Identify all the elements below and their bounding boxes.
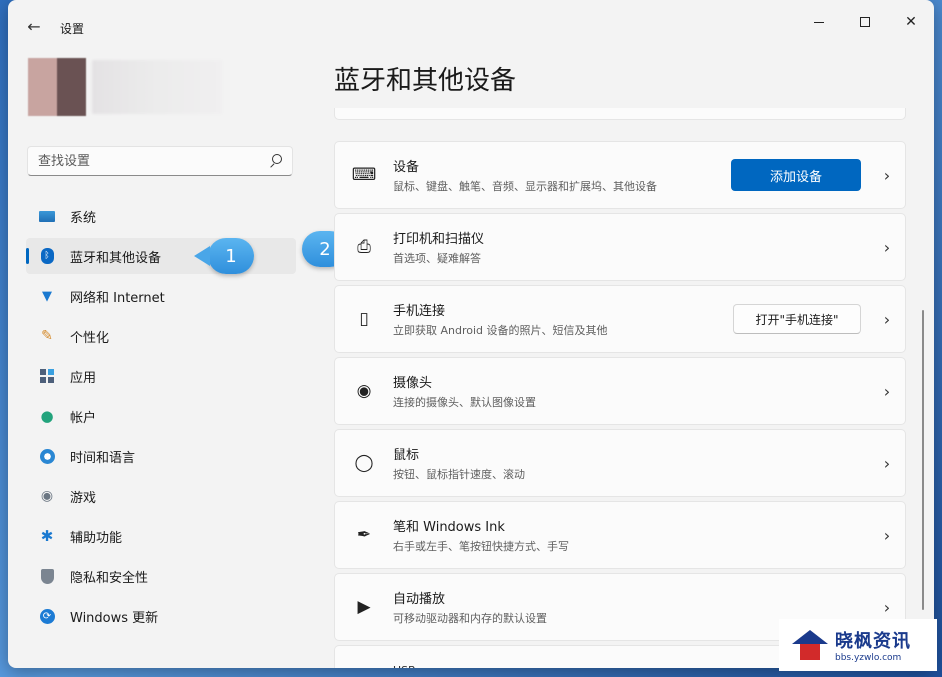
sidebar-item-network[interactable]: ▼ 网络和 Internet — [26, 278, 296, 314]
sidebar-item-time-language[interactable]: 时间和语言 — [26, 438, 296, 474]
card-subtitle: 按钮、鼠标指针速度、滚动 — [393, 468, 525, 481]
search-input[interactable] — [38, 153, 268, 169]
phone-icon: ▯ — [359, 309, 369, 329]
sidebar-item-label: 游戏 — [70, 490, 97, 506]
sidebar-item-system[interactable]: 系统 — [26, 198, 296, 234]
watermark-logo-icon — [791, 628, 829, 662]
card-subtitle: 鼠标、键盘、触笔、音频、显示器和扩展坞、其他设备 — [393, 180, 657, 193]
app-title: 设置 — [60, 22, 85, 36]
sidebar-item-label: Windows 更新 — [70, 610, 159, 626]
page-title: 蓝牙和其他设备 — [334, 66, 517, 96]
card-title: 设备 — [393, 160, 420, 175]
pen-icon: ✒ — [356, 525, 372, 545]
minimize-button[interactable] — [796, 8, 842, 36]
card-title: 手机连接 — [393, 304, 446, 319]
sidebar-item-personalization[interactable]: ✎ 个性化 — [26, 318, 296, 354]
user-icon: ● — [40, 407, 54, 425]
sidebar-item-label: 系统 — [70, 210, 97, 226]
close-icon: ✕ — [905, 14, 917, 30]
add-device-button[interactable]: 添加设备 — [731, 159, 861, 191]
chevron-right-icon: › — [883, 597, 891, 617]
sidebar-item-label: 帐户 — [70, 410, 97, 426]
sidebar-item-accounts[interactable]: ● 帐户 — [26, 398, 296, 434]
wifi-icon: ▼ — [42, 288, 52, 304]
card-title: 笔和 Windows Ink — [393, 520, 505, 535]
card-camera[interactable]: ◉ 摄像头 连接的摄像头、默认图像设置 › — [334, 357, 906, 425]
card-phone-link[interactable]: ▯ 手机连接 立即获取 Android 设备的照片、短信及其他 打开"手机连接"… — [334, 285, 906, 353]
clock-globe-icon — [38, 447, 56, 465]
search-box[interactable] — [27, 146, 293, 176]
chevron-right-icon: › — [883, 381, 891, 401]
callout-step-1: 1 — [194, 238, 254, 274]
mouse-icon: ◯ — [354, 453, 374, 473]
watermark: 晓枫资讯 bbs.yzwlo.com — [779, 619, 937, 671]
chevron-right-icon: › — [883, 453, 891, 473]
monitor-icon — [38, 207, 56, 225]
avatar[interactable] — [28, 58, 86, 116]
settings-window: ← 设置 ✕ 系统 ᛒ 蓝牙和其他设备 ▼ 网络和 Internet ✎ 个性化… — [8, 0, 934, 668]
card-partial-top — [334, 108, 906, 120]
card-printers-scanners[interactable]: ⎙ 打印机和扫描仪 首选项、疑难解答 › — [334, 213, 906, 281]
card-subtitle: 立即获取 Android 设备的照片、短信及其他 — [393, 324, 608, 337]
chevron-right-icon: › — [883, 525, 891, 545]
keyboard-icon: ⌨ — [351, 165, 377, 185]
back-button[interactable]: ← — [22, 14, 46, 38]
autoplay-icon: ▶ — [357, 597, 371, 617]
sidebar-item-label: 时间和语言 — [70, 450, 136, 466]
sidebar-item-bluetooth[interactable]: ᛒ 蓝牙和其他设备 — [26, 238, 296, 274]
watermark-url: bbs.yzwlo.com — [835, 653, 902, 663]
open-phone-link-button[interactable]: 打开"手机连接" — [733, 304, 861, 334]
card-subtitle: 右手或左手、笔按钮快捷方式、手写 — [393, 540, 569, 553]
camera-icon: ◉ — [356, 381, 372, 401]
sidebar-item-label: 应用 — [70, 370, 97, 386]
chevron-right-icon: › — [883, 309, 891, 329]
card-title: 自动播放 — [393, 592, 446, 607]
chevron-right-icon: › — [883, 165, 891, 185]
card-pen-windows-ink[interactable]: ✒ 笔和 Windows Ink 右手或左手、笔按钮快捷方式、手写 › — [334, 501, 906, 569]
sidebar-item-windows-update[interactable]: ⟳ Windows 更新 — [26, 598, 296, 634]
settings-cards: ⌨ 设备 鼠标、键盘、触笔、音频、显示器和扩展坞、其他设备 添加设备 › ⎙ 打… — [334, 108, 906, 668]
sidebar-item-accessibility[interactable]: ✱ 辅助功能 — [26, 518, 296, 554]
card-title: 打印机和扫描仪 — [393, 232, 485, 247]
sidebar-item-label: 隐私和安全性 — [70, 570, 149, 586]
maximize-icon — [860, 17, 870, 27]
sidebar-item-label: 辅助功能 — [70, 530, 123, 546]
gamepad-icon: ◉ — [40, 488, 54, 504]
brush-icon: ✎ — [41, 328, 53, 344]
shield-icon — [38, 567, 56, 585]
sidebar-item-apps[interactable]: 应用 — [26, 358, 296, 394]
card-title: 鼠标 — [393, 448, 420, 463]
close-button[interactable]: ✕ — [888, 8, 934, 36]
chevron-right-icon: › — [883, 237, 891, 257]
watermark-name: 晓枫资讯 — [835, 631, 911, 652]
maximize-button[interactable] — [842, 8, 888, 36]
bluetooth-icon: ᛒ — [38, 247, 56, 265]
account-name-blurred — [92, 60, 222, 114]
update-icon: ⟳ — [38, 607, 56, 625]
accessibility-icon: ✱ — [40, 527, 54, 545]
printer-icon: ⎙ — [357, 237, 371, 257]
card-subtitle: 连接的摄像头、默认图像设置 — [393, 396, 536, 409]
title-bar: ← 设置 ✕ — [8, 0, 934, 48]
card-mouse[interactable]: ◯ 鼠标 按钮、鼠标指针速度、滚动 › — [334, 429, 906, 497]
sidebar-item-label: 蓝牙和其他设备 — [70, 250, 162, 266]
card-subtitle: 首选项、疑难解答 — [393, 252, 481, 265]
sidebar-item-label: 个性化 — [70, 330, 110, 346]
sidebar-item-label: 网络和 Internet — [70, 290, 165, 306]
sidebar-item-gaming[interactable]: ◉ 游戏 — [26, 478, 296, 514]
minimize-icon — [814, 21, 824, 23]
scrollbar[interactable] — [922, 310, 924, 610]
search-icon[interactable] — [268, 154, 282, 168]
card-title: 摄像头 — [393, 376, 433, 391]
sidebar-nav: 系统 ᛒ 蓝牙和其他设备 ▼ 网络和 Internet ✎ 个性化 应用 ● 帐… — [26, 198, 296, 638]
sidebar-item-privacy[interactable]: 隐私和安全性 — [26, 558, 296, 594]
arrow-left-icon: ← — [27, 16, 41, 36]
card-devices[interactable]: ⌨ 设备 鼠标、键盘、触笔、音频、显示器和扩展坞、其他设备 添加设备 › — [334, 141, 906, 209]
apps-icon — [38, 367, 56, 385]
